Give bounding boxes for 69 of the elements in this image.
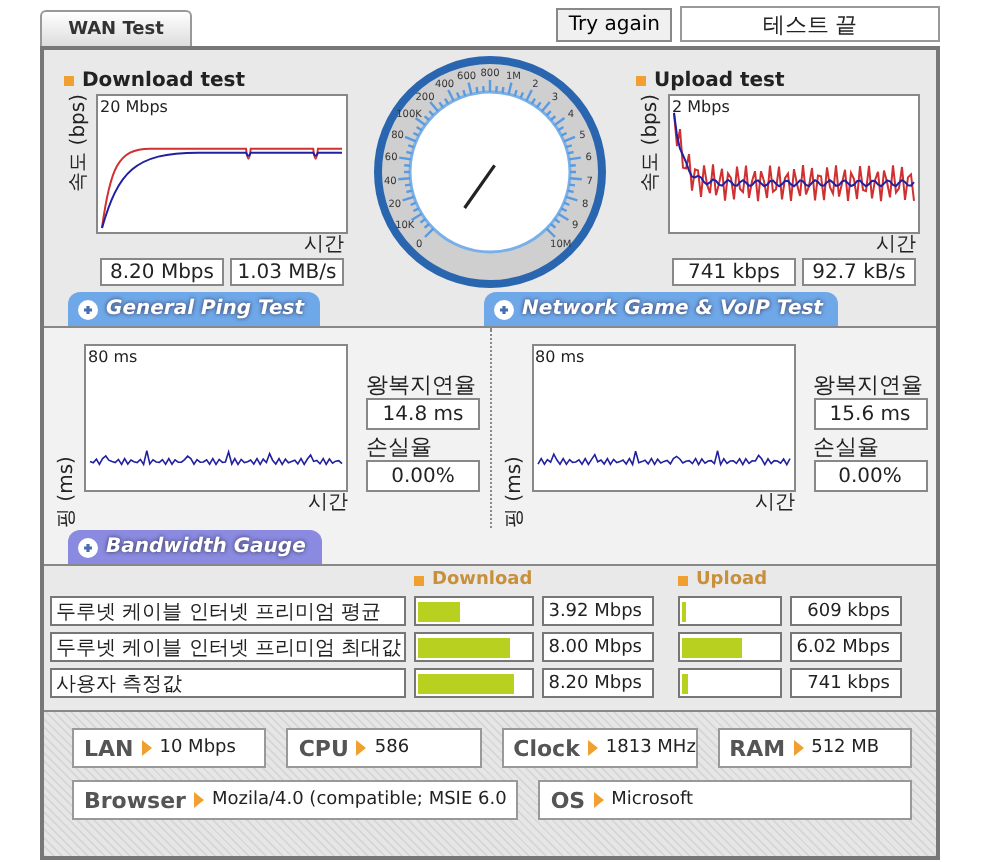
latency-label: 왕복지연율	[813, 372, 925, 398]
plus-icon	[78, 299, 98, 319]
rate-value: 741 kbps	[672, 258, 796, 286]
axis-label: 시간	[755, 492, 795, 516]
speed-value: 609 kbps	[790, 596, 902, 626]
throughput-value: 1.03 MB/s	[230, 258, 344, 286]
loss-label: 손실율	[813, 434, 881, 460]
throughput-value: 92.7 kB/s	[802, 258, 916, 286]
scale-label: 80 ms	[535, 348, 585, 366]
plus-icon	[494, 299, 515, 319]
info-value: 1813 MHz	[605, 738, 696, 758]
loss-value: 0.00%	[366, 460, 480, 492]
arrow-icon	[193, 792, 204, 808]
scale-label: 80 ms	[88, 348, 138, 366]
test-title: Download test	[82, 69, 246, 91]
arrow-icon	[356, 740, 367, 756]
axis-label: 핑 (ms)	[54, 454, 80, 528]
gauge-needle	[463, 164, 496, 209]
info-value: 512 MB	[811, 738, 880, 758]
axis-label: 속도 (bps)	[66, 94, 92, 192]
speed-value: 741 kbps	[790, 668, 902, 698]
axis-label: 시간	[304, 234, 344, 258]
bullet-icon	[636, 75, 646, 85]
axis-label: 시간	[876, 234, 916, 258]
latency-value: 14.8 ms	[366, 398, 480, 430]
speed-value: 6.02 Mbps	[790, 632, 902, 662]
bullet-icon	[414, 575, 424, 585]
loss-label: 손실율	[366, 434, 434, 460]
arrow-icon	[593, 792, 604, 808]
speed-value: 3.92 Mbps	[542, 596, 654, 626]
loss-value: 0.00%	[813, 460, 927, 492]
info-label: Clock	[513, 735, 580, 761]
info-value: Microsoft	[611, 790, 694, 810]
bullet-icon	[678, 575, 688, 585]
arrow-icon	[141, 740, 152, 756]
info-label: LAN	[84, 735, 134, 761]
speed-value: 8.20 Mbps	[542, 668, 654, 698]
tab[interactable]: WAN Test	[40, 10, 192, 46]
try-again-button[interactable]: Try again	[556, 8, 672, 42]
latency-value: 15.6 ms	[813, 398, 927, 430]
row-label: 사용자 측정값	[50, 668, 406, 698]
arrow-icon	[793, 740, 804, 756]
column-header: Upload	[696, 570, 768, 590]
axis-label: 속도 (bps)	[638, 94, 664, 192]
arrow-icon	[587, 740, 598, 756]
section-tab[interactable]: Network Game & VoIP Test	[484, 292, 839, 326]
row-label: 두루넷 케이블 인터넷 프리미엄 평균	[50, 596, 406, 626]
plus-icon	[78, 537, 98, 557]
axis-label: 핑 (ms)	[501, 454, 527, 528]
info-label: Browser	[84, 787, 186, 813]
test-title: Upload test	[654, 69, 785, 91]
section-tab[interactable]: General Ping Test	[68, 292, 321, 326]
speed-value: 8.00 Mbps	[542, 632, 654, 662]
bullet-icon	[64, 75, 74, 85]
scale-label: 20 Mbps	[100, 98, 168, 116]
column-header: Download	[432, 570, 533, 590]
info-label: RAM	[729, 735, 786, 761]
row-label: 두루넷 케이블 인터넷 프리미엄 최대값	[50, 632, 406, 662]
latency-label: 왕복지연율	[366, 372, 478, 398]
rate-value: 8.20 Mbps	[100, 258, 224, 286]
info-label: OS	[550, 787, 586, 813]
axis-label: 시간	[308, 492, 348, 516]
info-value: Mozila/4.0 (compatible; MSIE 6.0	[211, 790, 507, 810]
status-field: 테스트 끝	[680, 6, 940, 42]
scale-label: 2 Mbps	[672, 98, 730, 116]
info-value: 10 Mbps	[159, 738, 236, 758]
info-label: CPU	[298, 735, 349, 761]
section-tab[interactable]: Bandwidth Gauge	[68, 530, 322, 564]
info-value: 586	[374, 738, 410, 758]
